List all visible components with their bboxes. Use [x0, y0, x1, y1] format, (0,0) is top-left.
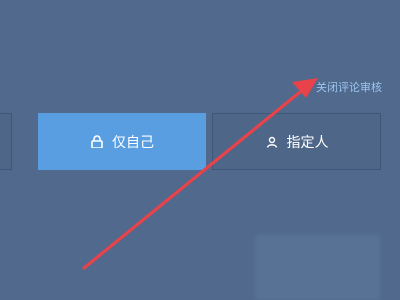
- visibility-option-left-partial[interactable]: [0, 113, 12, 170]
- visibility-option-only-me[interactable]: 仅自己: [38, 113, 206, 170]
- lock-icon: [90, 135, 104, 149]
- close-comment-review-link[interactable]: 关闭评论审核: [316, 79, 382, 95]
- person-icon: [265, 135, 279, 149]
- blurred-region: [255, 235, 380, 300]
- visibility-option-specified-label: 指定人: [286, 134, 329, 151]
- visibility-option-only-me-label: 仅自己: [112, 134, 154, 151]
- page-root: 关闭评论审核 仅自己 指定人: [0, 0, 400, 300]
- visibility-option-specified[interactable]: 指定人: [212, 113, 381, 170]
